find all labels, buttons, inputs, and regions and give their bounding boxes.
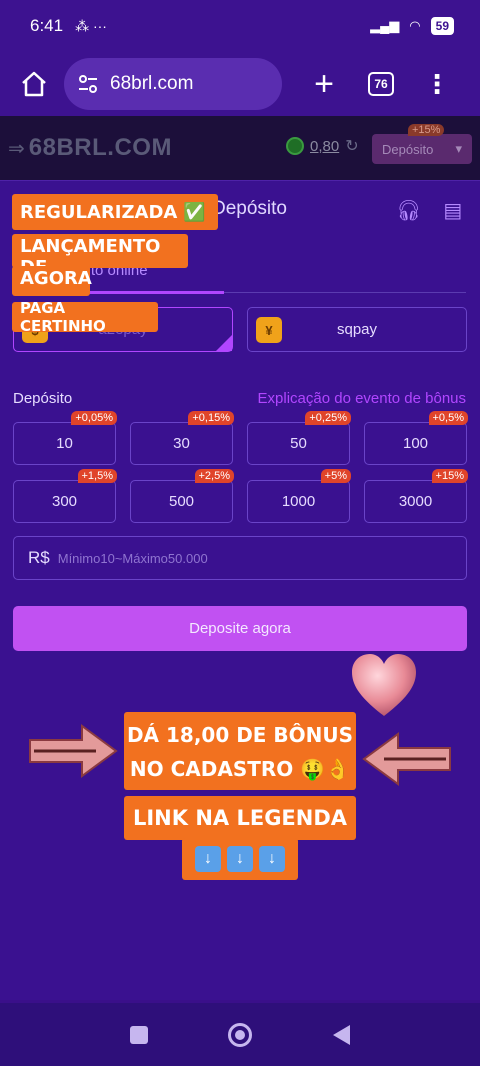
amount-option[interactable]: 300 +1,5% bbox=[13, 469, 117, 523]
bonus-badge: +2,5% bbox=[194, 469, 234, 483]
status-time: 6:41 bbox=[30, 16, 64, 35]
amount-option[interactable]: 30 +0,15% bbox=[130, 411, 234, 465]
amount-input[interactable] bbox=[57, 550, 438, 566]
status-icons: ⁂ ··· bbox=[75, 17, 107, 34]
balance-display: 0,80 ↻ bbox=[286, 136, 359, 156]
history-icon[interactable]: ▤ bbox=[443, 198, 462, 223]
payment-label: sqpay bbox=[336, 321, 378, 338]
header-deposit-badge: +15% bbox=[408, 124, 445, 136]
amount-value: 10 bbox=[56, 435, 73, 452]
amount-value: 500 bbox=[168, 493, 195, 510]
recents-button[interactable] bbox=[130, 1025, 149, 1044]
header-deposit-label: Depósito bbox=[382, 141, 434, 157]
address-bar[interactable]: 68brl.com bbox=[64, 58, 282, 110]
bonus-badge: +5% bbox=[320, 469, 351, 483]
sticker-lancamento: LANÇAMENTO DE bbox=[12, 234, 188, 278]
home-button[interactable] bbox=[14, 64, 54, 104]
arrow-right-icon bbox=[29, 724, 118, 778]
amount-value: 3000 bbox=[398, 493, 433, 510]
bonus-promo-box: DÁ 18,00 DE BÔNUS NO CADASTRO 🤑👌 bbox=[124, 712, 356, 790]
bonus-badge: +1,5% bbox=[77, 469, 117, 483]
checkmark-icon: ✅ bbox=[183, 201, 206, 223]
amount-field[interactable]: R$ bbox=[13, 536, 467, 580]
signal-icon: ▂▄▆ bbox=[370, 18, 400, 33]
back-button[interactable] bbox=[332, 1024, 350, 1045]
amount-value: 30 bbox=[173, 435, 190, 452]
bonus-badge: +0,05% bbox=[71, 411, 117, 425]
deposit-now-button[interactable]: Deposite agora bbox=[13, 606, 467, 651]
down-arrow-icon: ↓ bbox=[227, 846, 253, 872]
selected-check-icon bbox=[216, 335, 232, 351]
battery-icon: 59 bbox=[430, 17, 454, 35]
tab-switcher-button[interactable]: 76 bbox=[368, 72, 394, 96]
down-arrows: ↓ ↓ ↓ bbox=[182, 838, 298, 880]
amount-option[interactable]: 1000 +5% bbox=[247, 469, 351, 523]
amount-value: 1000 bbox=[281, 493, 316, 510]
site-settings-icon bbox=[79, 75, 97, 93]
status-bar: 6:41 ⁂ ··· ▂▄▆ ◠ 59 bbox=[0, 0, 480, 52]
payment-option-sqpay[interactable]: ¥ sqpay bbox=[247, 307, 467, 352]
amount-option[interactable]: 500 +2,5% bbox=[130, 469, 234, 523]
sticker-regularizada: REGULARIZADA ✅ bbox=[12, 194, 218, 230]
amount-option[interactable]: 3000 +15% bbox=[364, 469, 468, 523]
browser-toolbar: 68brl.com + 76 ⋮ bbox=[0, 52, 480, 116]
modal-icons: 🎧︎ ▤ bbox=[396, 198, 462, 223]
modal-title: Depósito bbox=[212, 198, 287, 219]
bonus-badge: +15% bbox=[431, 469, 468, 483]
deposit-label: Depósito bbox=[13, 390, 73, 407]
refresh-icon[interactable]: ↻ bbox=[345, 136, 358, 156]
home-icon bbox=[22, 71, 46, 97]
bonus-badge: +0,25% bbox=[305, 411, 351, 425]
heart-icon bbox=[352, 654, 416, 716]
amount-option[interactable]: 10 +0,05% bbox=[13, 411, 117, 465]
payment-icon: ¥ bbox=[256, 317, 282, 343]
sticker-text: REGULARIZADA bbox=[20, 201, 178, 223]
down-arrow-icon: ↓ bbox=[195, 846, 221, 872]
amount-option[interactable]: 50 +0,25% bbox=[247, 411, 351, 465]
system-nav-bar bbox=[0, 1003, 480, 1066]
amount-value: 300 bbox=[51, 493, 78, 510]
currency-label: R$ bbox=[28, 548, 50, 567]
link-promo-box: LINK NA LEGENDA bbox=[124, 796, 356, 840]
amount-value: 50 bbox=[290, 435, 307, 452]
bonus-line-1: DÁ 18,00 DE BÔNUS bbox=[126, 723, 354, 747]
new-tab-button[interactable]: + bbox=[304, 67, 344, 101]
arrow-left-icon bbox=[362, 732, 451, 786]
url-text: 68brl.com bbox=[110, 73, 194, 94]
header-deposit-button[interactable]: Depósito ▾ bbox=[372, 134, 472, 164]
home-nav-button[interactable] bbox=[228, 1022, 253, 1047]
bonus-badge: +0,15% bbox=[188, 411, 234, 425]
balance-value: 0,80 bbox=[310, 137, 340, 155]
bonus-badge: +0,5% bbox=[428, 411, 468, 425]
down-arrow-icon: ↓ bbox=[259, 846, 285, 872]
support-headset-icon[interactable]: 🎧︎ bbox=[396, 198, 421, 223]
amount-option[interactable]: 100 +0,5% bbox=[364, 411, 468, 465]
sticker-paga-certinho: PAGA CERTINHO bbox=[12, 299, 158, 335]
amount-value: 100 bbox=[402, 435, 429, 452]
browser-menu-button[interactable]: ⋮ bbox=[424, 71, 450, 97]
coin-icon bbox=[286, 137, 304, 155]
bonus-line-2: NO CADASTRO 🤑👌 bbox=[129, 757, 351, 781]
site-logo[interactable]: 68BRL.COM bbox=[29, 134, 172, 162]
chevron-down-icon: ▾ bbox=[455, 141, 462, 156]
sticker-agora: AGORA bbox=[12, 266, 92, 296]
bonus-explanation-link[interactable]: Explicação do evento de bônus bbox=[258, 390, 466, 407]
wifi-icon: ◠ bbox=[409, 18, 421, 33]
menu-arrow-icon[interactable]: ⇒ bbox=[8, 136, 25, 161]
